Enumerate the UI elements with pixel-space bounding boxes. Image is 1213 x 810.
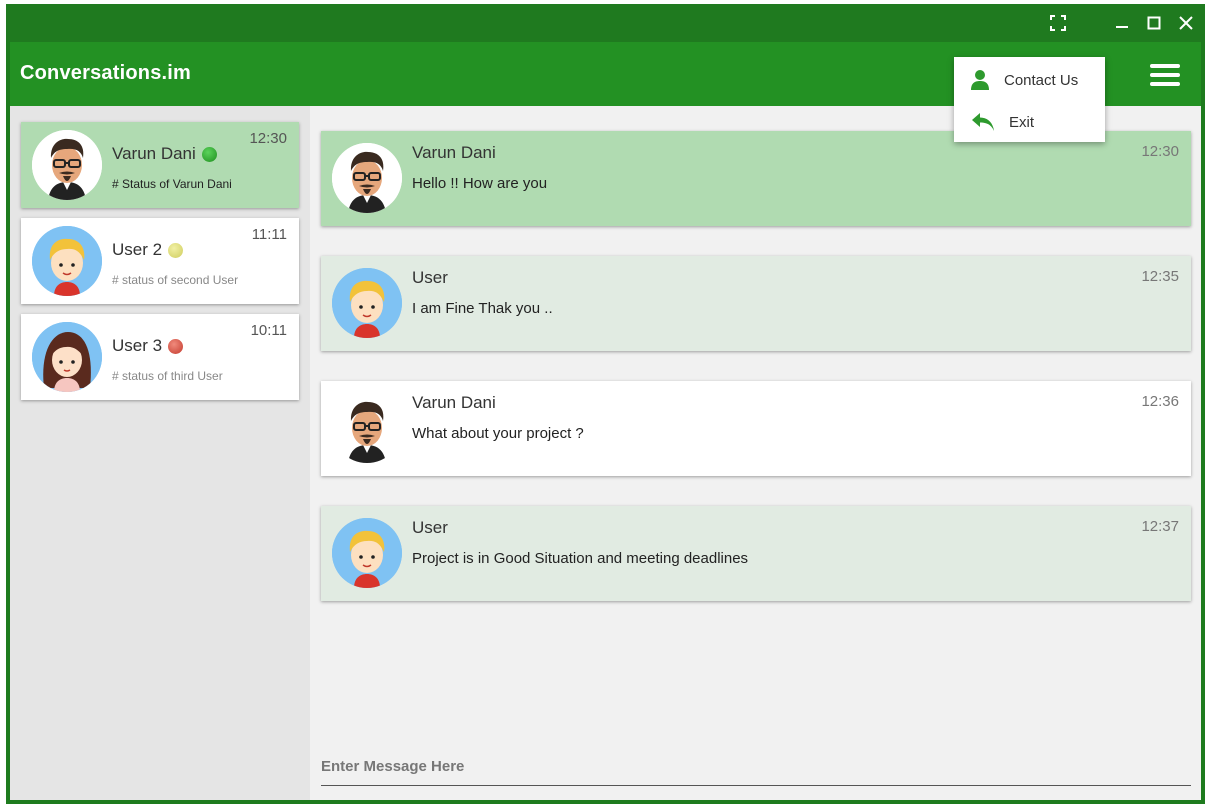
person-icon — [971, 70, 989, 90]
contact-time: 11:11 — [251, 226, 287, 243]
message-time: 12:36 — [1141, 393, 1179, 410]
minimize-button[interactable] — [1111, 12, 1133, 34]
maximize-icon — [1147, 16, 1161, 30]
menu-item-exit[interactable]: Exit — [954, 101, 1105, 141]
blond-boy-avatar — [32, 226, 102, 296]
message-sender: User — [412, 518, 448, 537]
title-bar — [6, 4, 1205, 42]
contact-status: # status of second User — [112, 273, 239, 287]
hamburger-icon — [1150, 64, 1180, 68]
hamburger-icon — [1150, 82, 1180, 86]
message-input[interactable] — [321, 751, 1191, 781]
contact-name: Varun Dani — [112, 144, 196, 163]
presence-indicator — [201, 146, 217, 162]
man-glasses-avatar — [332, 143, 402, 213]
message-time: 12:37 — [1141, 518, 1179, 535]
message-text: Hello !! How are you — [412, 175, 548, 192]
fullscreen-icon — [1050, 15, 1066, 31]
message-card: User I am Fine Thak you .. 12:35 — [321, 256, 1191, 351]
contact-time: 12:30 — [249, 130, 287, 147]
message-time: 12:35 — [1141, 268, 1179, 285]
hamburger-icon — [1150, 73, 1180, 77]
message-composer — [321, 751, 1191, 786]
maximize-button[interactable] — [1143, 12, 1165, 34]
app-title: Conversations.im — [20, 62, 192, 84]
message-card: Varun Dani Hello !! How are you 12:30 — [321, 131, 1191, 226]
conversation-pane: Varun Dani Hello !! How are you 12:30 Us… — [310, 106, 1201, 800]
menu-button[interactable] — [1150, 64, 1180, 86]
contact-item[interactable]: Varun Dani # Status of Varun Dani 12:30 — [21, 122, 299, 208]
message-sender: Varun Dani — [412, 143, 496, 162]
menu-item-label: Exit — [1009, 114, 1035, 131]
blond-boy-avatar — [332, 268, 402, 338]
message-text: What about your project ? — [412, 425, 584, 442]
message-text: Project is in Good Situation and meeting… — [412, 550, 749, 567]
reply-icon — [972, 113, 994, 131]
contact-item[interactable]: User 3 # status of third User 10:11 — [21, 314, 299, 400]
contact-name: User 2 — [112, 240, 163, 259]
close-button[interactable] — [1175, 12, 1197, 34]
fullscreen-button[interactable] — [1047, 12, 1069, 34]
presence-indicator — [168, 338, 184, 354]
message-text: I am Fine Thak you .. — [412, 300, 553, 317]
message-card: Varun Dani What about your project ? 12:… — [321, 381, 1191, 476]
message-sender: User — [412, 268, 448, 287]
message-time: 12:30 — [1141, 143, 1179, 160]
contact-name: User 3 — [112, 336, 163, 355]
contact-list: Varun Dani # Status of Varun Dani 12:30 — [10, 106, 310, 800]
man-glasses-avatar — [332, 393, 402, 463]
contact-time: 10:11 — [250, 322, 287, 339]
menu-item-contact-us[interactable]: Contact Us — [954, 59, 1105, 99]
presence-indicator — [168, 242, 184, 258]
contact-item[interactable]: User 2 # status of second User 11:11 — [21, 218, 299, 304]
contact-status: # Status of Varun Dani — [112, 177, 232, 191]
close-icon — [1179, 16, 1193, 30]
contact-status: # status of third User — [112, 369, 223, 383]
man-glasses-avatar — [32, 130, 102, 200]
blond-boy-avatar — [332, 518, 402, 588]
message-card: User Project is in Good Situation and me… — [321, 506, 1191, 601]
overflow-menu: Contact Us Exit — [954, 57, 1105, 142]
menu-item-label: Contact Us — [1004, 72, 1079, 89]
message-sender: Varun Dani — [412, 393, 496, 412]
girl-avatar — [32, 322, 102, 392]
minimize-icon — [1116, 26, 1128, 28]
